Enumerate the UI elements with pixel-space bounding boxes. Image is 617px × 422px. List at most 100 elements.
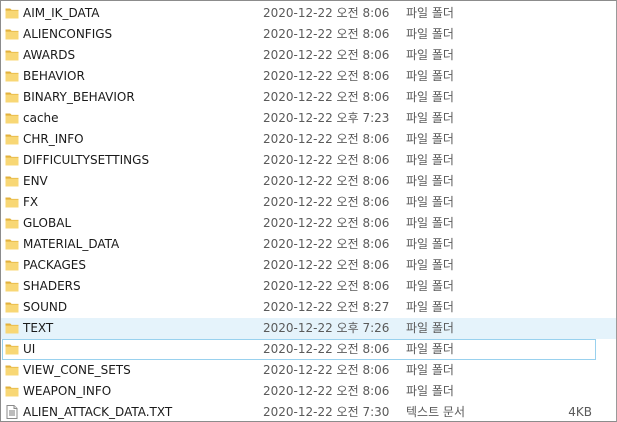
folder-icon bbox=[5, 279, 19, 293]
modified-date: 2020-12-22 오전 8:06 bbox=[263, 195, 390, 209]
file-type: 파일 폴더 bbox=[406, 48, 454, 62]
folder-icon bbox=[5, 174, 19, 188]
file-name: WEAPON_INFO bbox=[23, 384, 112, 398]
file-list-row[interactable]: SOUND 2020-12-22 오전 8:27 파일 폴더 bbox=[1, 297, 616, 318]
file-name: BEHAVIOR bbox=[23, 69, 85, 83]
folder-icon bbox=[5, 321, 19, 335]
file-name: SHADERS bbox=[23, 279, 81, 293]
modified-date: 2020-12-22 오전 8:06 bbox=[263, 363, 390, 377]
folder-icon bbox=[5, 153, 19, 167]
file-name: BINARY_BEHAVIOR bbox=[23, 90, 135, 104]
file-list-row[interactable]: BINARY_BEHAVIOR 2020-12-22 오전 8:06 파일 폴더 bbox=[1, 87, 616, 108]
file-name: CHR_INFO bbox=[23, 132, 84, 146]
modified-date: 2020-12-22 오전 8:06 bbox=[263, 342, 390, 356]
folder-icon bbox=[5, 363, 19, 377]
file-name: GLOBAL bbox=[23, 216, 72, 230]
file-list-row[interactable]: FX 2020-12-22 오전 8:06 파일 폴더 bbox=[1, 192, 616, 213]
file-list-row[interactable]: AWARDS 2020-12-22 오전 8:06 파일 폴더 bbox=[1, 45, 616, 66]
modified-date: 2020-12-22 오전 8:06 bbox=[263, 258, 390, 272]
file-name: MATERIAL_DATA bbox=[23, 237, 120, 251]
file-list-row[interactable]: ALIEN_ATTACK_DATA.TXT 2020-12-22 오전 7:30 텍… bbox=[1, 402, 616, 421]
file-name: ALIENCONFIGS bbox=[23, 27, 113, 41]
file-list-row[interactable]: DIFFICULTYSETTINGS 2020-12-22 오전 8:06 파일 폴… bbox=[1, 150, 616, 171]
file-size: 4KB bbox=[568, 405, 592, 419]
file-name: ENV bbox=[23, 174, 48, 188]
file-list-row[interactable]: ALIENCONFIGS 2020-12-22 오전 8:06 파일 폴더 bbox=[1, 24, 616, 45]
file-name: AWARDS bbox=[23, 48, 76, 62]
folder-icon bbox=[5, 258, 19, 272]
file-type: 파일 폴더 bbox=[406, 342, 454, 356]
folder-icon bbox=[5, 48, 19, 62]
modified-date: 2020-12-22 오전 8:06 bbox=[263, 90, 390, 104]
file-type: 파일 폴더 bbox=[406, 174, 454, 188]
folder-icon bbox=[5, 342, 19, 356]
folder-icon bbox=[5, 111, 19, 125]
folder-icon bbox=[5, 384, 19, 398]
modified-date: 2020-12-22 오전 8:06 bbox=[263, 384, 390, 398]
file-list-row[interactable]: cache 2020-12-22 오후 7:23 파일 폴더 bbox=[1, 108, 616, 129]
file-type: 파일 폴더 bbox=[406, 195, 454, 209]
file-type: 파일 폴더 bbox=[406, 90, 454, 104]
file-list-row[interactable]: AIM_IK_DATA 2020-12-22 오전 8:06 파일 폴더 bbox=[1, 3, 616, 24]
file-type: 파일 폴더 bbox=[406, 6, 454, 20]
modified-date: 2020-12-22 오전 8:06 bbox=[263, 237, 390, 251]
file-type: 파일 폴더 bbox=[406, 27, 454, 41]
file-name: SOUND bbox=[23, 300, 68, 314]
modified-date: 2020-12-22 오전 8:27 bbox=[263, 300, 390, 314]
file-type: 파일 폴더 bbox=[406, 216, 454, 230]
file-type: 텍스트 문서 bbox=[406, 405, 466, 419]
file-type: 파일 폴더 bbox=[406, 279, 454, 293]
file-list-row[interactable]: VIEW_CONE_SETS 2020-12-22 오전 8:06 파일 폴더 bbox=[1, 360, 616, 381]
file-name: FX bbox=[23, 195, 39, 209]
modified-date: 2020-12-22 오전 8:06 bbox=[263, 279, 390, 293]
modified-date: 2020-12-22 오전 8:06 bbox=[263, 153, 390, 167]
file-type: 파일 폴더 bbox=[406, 69, 454, 83]
modified-date: 2020-12-22 오전 8:06 bbox=[263, 6, 390, 20]
file-list-pane: AIM_IK_DATA 2020-12-22 오전 8:06 파일 폴더 ALIENC… bbox=[0, 0, 617, 422]
file-list: AIM_IK_DATA 2020-12-22 오전 8:06 파일 폴더 ALIENC… bbox=[1, 3, 616, 421]
file-type: 파일 폴더 bbox=[406, 111, 454, 125]
file-type: 파일 폴더 bbox=[406, 300, 454, 314]
file-list-row[interactable]: TEXT 2020-12-22 오후 7:26 파일 폴더 bbox=[1, 318, 616, 339]
modified-date: 2020-12-22 오후 7:23 bbox=[263, 111, 390, 125]
modified-date: 2020-12-22 오전 7:30 bbox=[263, 405, 390, 419]
file-type: 파일 폴더 bbox=[406, 321, 454, 335]
file-name: DIFFICULTYSETTINGS bbox=[23, 153, 150, 167]
file-type: 파일 폴더 bbox=[406, 258, 454, 272]
folder-icon bbox=[5, 27, 19, 41]
folder-icon bbox=[5, 90, 19, 104]
modified-date: 2020-12-22 오후 7:26 bbox=[263, 321, 390, 335]
file-list-row[interactable]: GLOBAL 2020-12-22 오전 8:06 파일 폴더 bbox=[1, 213, 616, 234]
file-list-row[interactable]: PACKAGES 2020-12-22 오전 8:06 파일 폴더 bbox=[1, 255, 616, 276]
file-name: VIEW_CONE_SETS bbox=[23, 363, 131, 377]
folder-icon bbox=[5, 132, 19, 146]
file-name: ALIEN_ATTACK_DATA.TXT bbox=[23, 405, 173, 419]
file-type: 파일 폴더 bbox=[406, 384, 454, 398]
file-name: PACKAGES bbox=[23, 258, 86, 272]
folder-icon bbox=[5, 6, 19, 20]
text-file-icon bbox=[5, 405, 19, 419]
modified-date: 2020-12-22 오전 8:06 bbox=[263, 48, 390, 62]
file-type: 파일 폴더 bbox=[406, 153, 454, 167]
modified-date: 2020-12-22 오전 8:06 bbox=[263, 132, 390, 146]
modified-date: 2020-12-22 오전 8:06 bbox=[263, 174, 390, 188]
file-list-row[interactable]: UI 2020-12-22 오전 8:06 파일 폴더 bbox=[1, 339, 616, 360]
modified-date: 2020-12-22 오전 8:06 bbox=[263, 69, 390, 83]
file-name: cache bbox=[23, 111, 59, 125]
file-list-row[interactable]: BEHAVIOR 2020-12-22 오전 8:06 파일 폴더 bbox=[1, 66, 616, 87]
file-list-row[interactable]: MATERIAL_DATA 2020-12-22 오전 8:06 파일 폴더 bbox=[1, 234, 616, 255]
file-type: 파일 폴더 bbox=[406, 363, 454, 377]
folder-icon bbox=[5, 195, 19, 209]
file-list-row[interactable]: ENV 2020-12-22 오전 8:06 파일 폴더 bbox=[1, 171, 616, 192]
file-list-row[interactable]: CHR_INFO 2020-12-22 오전 8:06 파일 폴더 bbox=[1, 129, 616, 150]
file-type: 파일 폴더 bbox=[406, 132, 454, 146]
folder-icon bbox=[5, 237, 19, 251]
file-name: AIM_IK_DATA bbox=[23, 6, 100, 20]
file-list-row[interactable]: WEAPON_INFO 2020-12-22 오전 8:06 파일 폴더 bbox=[1, 381, 616, 402]
folder-icon bbox=[5, 69, 19, 83]
file-name: UI bbox=[23, 342, 36, 356]
folder-icon bbox=[5, 300, 19, 314]
file-list-row[interactable]: SHADERS 2020-12-22 오전 8:06 파일 폴더 bbox=[1, 276, 616, 297]
modified-date: 2020-12-22 오전 8:06 bbox=[263, 27, 390, 41]
file-type: 파일 폴더 bbox=[406, 237, 454, 251]
